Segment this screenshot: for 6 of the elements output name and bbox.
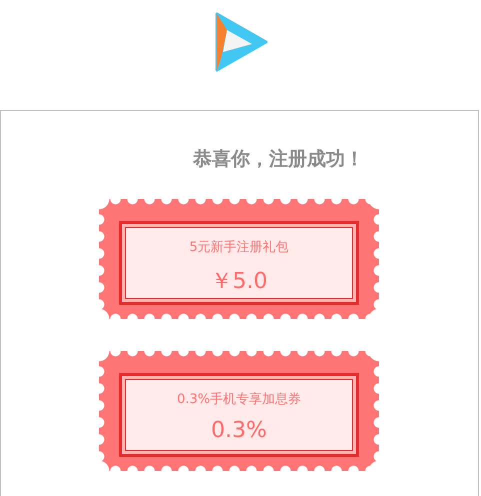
coupon-name: 0.3%手机专享加息券 [176, 391, 302, 408]
coupon-value: 0.3% [211, 418, 267, 443]
success-title: 恭喜你，注册成功！ [193, 147, 364, 171]
coupon-value: ￥5.0 [210, 268, 268, 296]
logo-icon [214, 12, 268, 72]
coupon-name: 5元新手注册礼包 [189, 239, 289, 256]
